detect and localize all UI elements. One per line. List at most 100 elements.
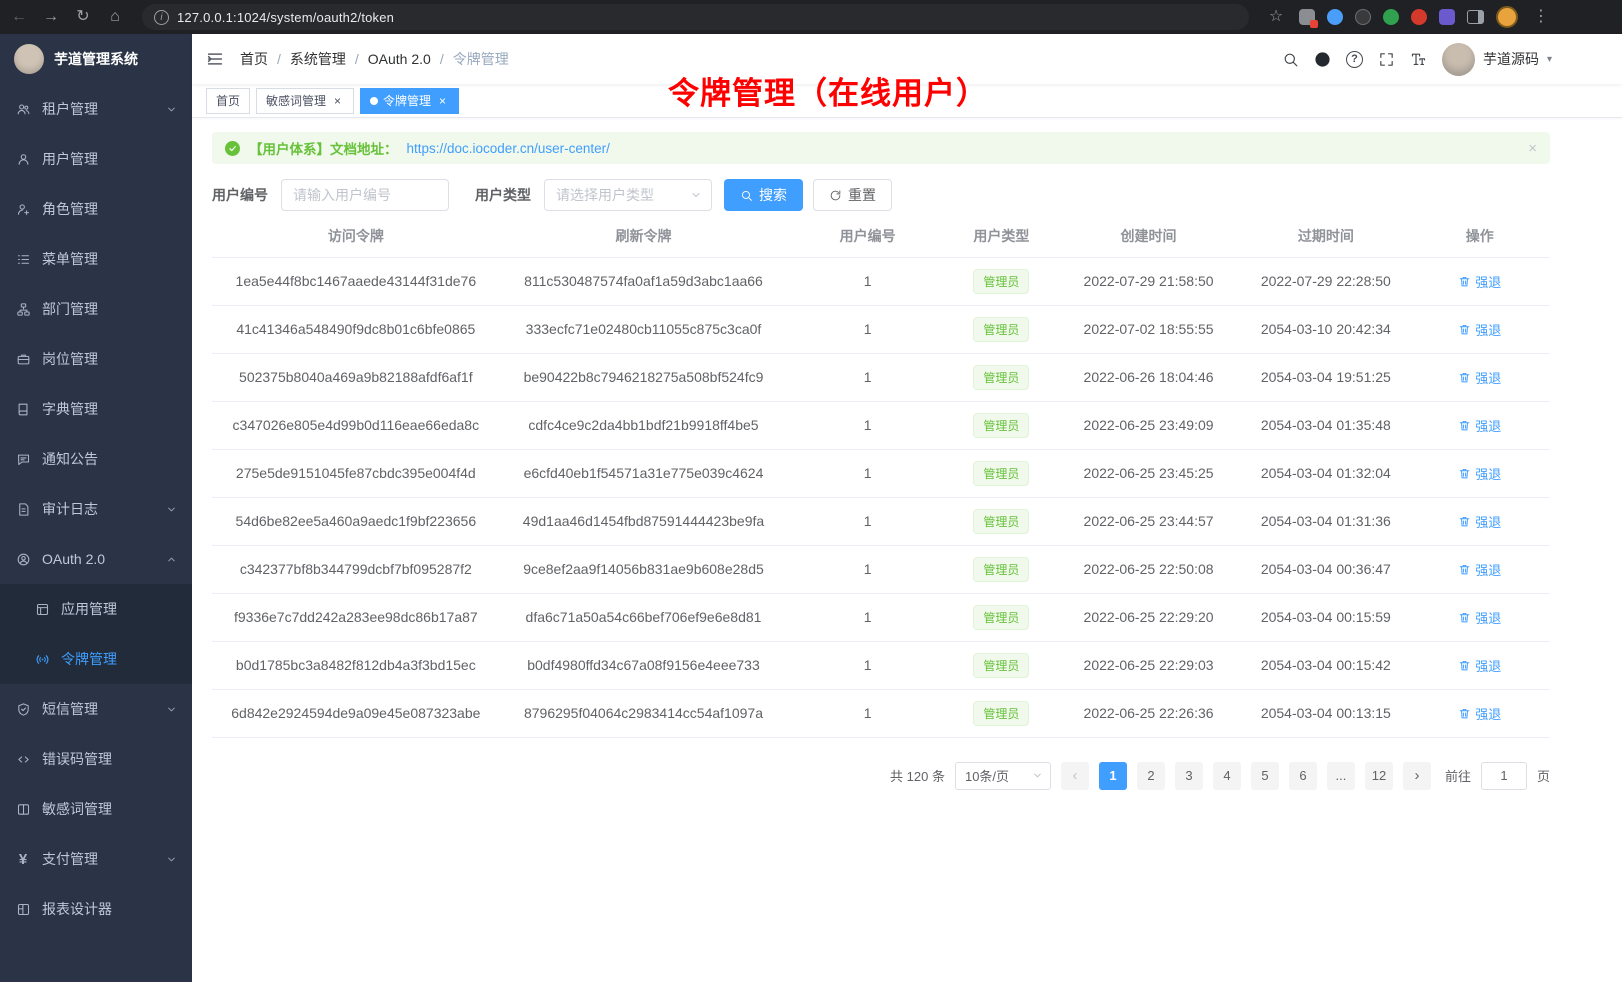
address-bar[interactable]: i 127.0.0.1:1024/system/oauth2/token: [142, 4, 1249, 30]
page-button[interactable]: 5: [1251, 762, 1279, 790]
cell-user-id: 1: [787, 593, 948, 641]
cell-actions: 强退: [1409, 305, 1550, 353]
cell-refresh-token: 811c530487574fa0af1a59d3abc1aa66: [500, 257, 788, 305]
sidebar-collapse-icon[interactable]: [206, 50, 224, 68]
page-button[interactable]: 6: [1289, 762, 1317, 790]
fullscreen-icon[interactable]: [1378, 51, 1395, 68]
sidebar-item-audit-log[interactable]: 审计日志: [0, 484, 192, 534]
reset-button[interactable]: 重置: [813, 179, 892, 211]
success-check-icon: [225, 141, 240, 156]
sidebar-item-role[interactable]: 角色管理: [0, 184, 192, 234]
force-logout-label: 强退: [1475, 704, 1501, 723]
tab-home[interactable]: 首页: [206, 88, 250, 114]
browser-back-icon[interactable]: ←: [8, 9, 30, 25]
tab-close-icon[interactable]: ×: [436, 94, 449, 107]
extension-icon[interactable]: [1411, 9, 1427, 25]
cell-user-type: 管理员: [948, 593, 1055, 641]
extension-icon[interactable]: [1383, 9, 1399, 25]
cell-access-token: f9336e7c7dd242a283ee98dc86b17a87: [212, 593, 500, 641]
side-panel-icon[interactable]: [1467, 10, 1484, 24]
help-icon[interactable]: ?: [1346, 51, 1363, 68]
cell-expire-time: 2054-03-04 00:13:15: [1242, 689, 1409, 737]
sidebar-item-post[interactable]: 岗位管理: [0, 334, 192, 384]
tab-token[interactable]: 令牌管理 ×: [360, 88, 459, 114]
force-logout-button[interactable]: 强退: [1458, 560, 1501, 579]
next-page-button[interactable]: ›: [1403, 762, 1431, 790]
sidebar-item-notice[interactable]: 通知公告: [0, 434, 192, 484]
sidebar-item-label: 用户管理: [42, 149, 177, 169]
cell-refresh-token: 9ce8ef2aa9f14056b831ae9b608e28d5: [500, 545, 788, 593]
force-logout-button[interactable]: 强退: [1458, 416, 1501, 435]
page-button[interactable]: 3: [1175, 762, 1203, 790]
sidebar-item-oauth-token[interactable]: 令牌管理: [0, 634, 192, 684]
window-icon: [34, 602, 50, 617]
user-menu[interactable]: 芋道源码 ▾: [1442, 43, 1552, 76]
sidebar-item-dept[interactable]: 部门管理: [0, 284, 192, 334]
sidebar-item-label: 字典管理: [42, 399, 177, 419]
bookmark-star-icon[interactable]: ☆: [1265, 9, 1287, 25]
sidebar-item-tenant[interactable]: 租户管理: [0, 84, 192, 134]
site-info-icon[interactable]: i: [154, 10, 169, 25]
github-icon[interactable]: [1314, 51, 1331, 68]
cell-refresh-token: 8796295f04064c2983414cc54af1097a: [500, 689, 788, 737]
sidebar-item-menu[interactable]: 菜单管理: [0, 234, 192, 284]
sidebar-item-error-code[interactable]: 错误码管理: [0, 734, 192, 784]
tab-sensitive-word[interactable]: 敏感词管理 ×: [256, 88, 354, 114]
sidebar-item-label: 支付管理: [42, 849, 155, 869]
cell-expire-time: 2022-07-29 22:28:50: [1242, 257, 1409, 305]
page-button[interactable]: 2: [1137, 762, 1165, 790]
account-circle-icon: [15, 552, 31, 567]
force-logout-button[interactable]: 强退: [1458, 608, 1501, 627]
prev-page-button[interactable]: ‹: [1061, 762, 1089, 790]
search-button-label: 搜索: [759, 185, 787, 205]
user-type-select[interactable]: 请选择用户类型: [544, 179, 712, 211]
goto-page-input[interactable]: [1481, 762, 1527, 790]
search-button[interactable]: 搜索: [724, 179, 803, 211]
browser-menu-icon[interactable]: ⋮: [1530, 9, 1552, 25]
doc-alert: 【用户体系】文档地址： https://doc.iocoder.cn/user-…: [212, 132, 1550, 164]
alert-close-icon[interactable]: ×: [1528, 140, 1537, 157]
page-size-select[interactable]: 10条/页: [955, 762, 1051, 790]
app-logo[interactable]: 芋道管理系统: [0, 34, 192, 84]
browser-home-icon[interactable]: ⌂: [104, 9, 126, 25]
sidebar-item-oauth-app[interactable]: 应用管理: [0, 584, 192, 634]
sidebar-item-pay[interactable]: ¥ 支付管理: [0, 834, 192, 884]
extension-icon[interactable]: [1299, 9, 1315, 25]
force-logout-button[interactable]: 强退: [1458, 464, 1501, 483]
breadcrumb-system[interactable]: 系统管理: [290, 49, 346, 69]
force-logout-button[interactable]: 强退: [1458, 272, 1501, 291]
table-body: 1ea5e44f8bc1467aaede43144f31de76 811c530…: [212, 257, 1550, 737]
page-button[interactable]: ...: [1327, 762, 1355, 790]
page-button[interactable]: 4: [1213, 762, 1241, 790]
page-button[interactable]: 12: [1365, 762, 1393, 790]
browser-profile-avatar[interactable]: [1496, 6, 1518, 28]
sidebar-item-oauth[interactable]: OAuth 2.0: [0, 534, 192, 584]
goto-label: 前往: [1445, 766, 1471, 785]
force-logout-button[interactable]: 强退: [1458, 368, 1501, 387]
sidebar-item-sms[interactable]: 短信管理: [0, 684, 192, 734]
sidebar-item-user[interactable]: 用户管理: [0, 134, 192, 184]
extension-icon[interactable]: [1355, 9, 1371, 25]
extension-icon[interactable]: [1327, 9, 1343, 25]
force-logout-button[interactable]: 强退: [1458, 512, 1501, 531]
breadcrumb-oauth[interactable]: OAuth 2.0: [368, 51, 431, 67]
page-button-active[interactable]: 1: [1099, 762, 1127, 790]
browser-forward-icon[interactable]: →: [40, 9, 62, 25]
sidebar-item-sensitive-word[interactable]: 敏感词管理: [0, 784, 192, 834]
extension-icon[interactable]: [1439, 9, 1455, 25]
force-logout-button[interactable]: 强退: [1458, 656, 1501, 675]
search-icon[interactable]: [1282, 51, 1299, 68]
force-logout-button[interactable]: 强退: [1458, 704, 1501, 723]
font-size-icon[interactable]: [1410, 51, 1427, 68]
search-icon: [740, 189, 753, 202]
sidebar-item-dict[interactable]: 字典管理: [0, 384, 192, 434]
user-id-input[interactable]: [281, 179, 449, 211]
force-logout-button[interactable]: 强退: [1458, 320, 1501, 339]
table-row: b0d1785bc3a8482f812db4a3f3bd15ec b0df498…: [212, 641, 1550, 689]
cell-user-type: 管理员: [948, 353, 1055, 401]
breadcrumb-home[interactable]: 首页: [240, 49, 268, 69]
sidebar-item-report-designer[interactable]: 报表设计器: [0, 884, 192, 934]
tab-close-icon[interactable]: ×: [331, 94, 344, 107]
alert-doc-link[interactable]: https://doc.iocoder.cn/user-center/: [407, 141, 610, 156]
browser-reload-icon[interactable]: ↻: [72, 9, 94, 25]
